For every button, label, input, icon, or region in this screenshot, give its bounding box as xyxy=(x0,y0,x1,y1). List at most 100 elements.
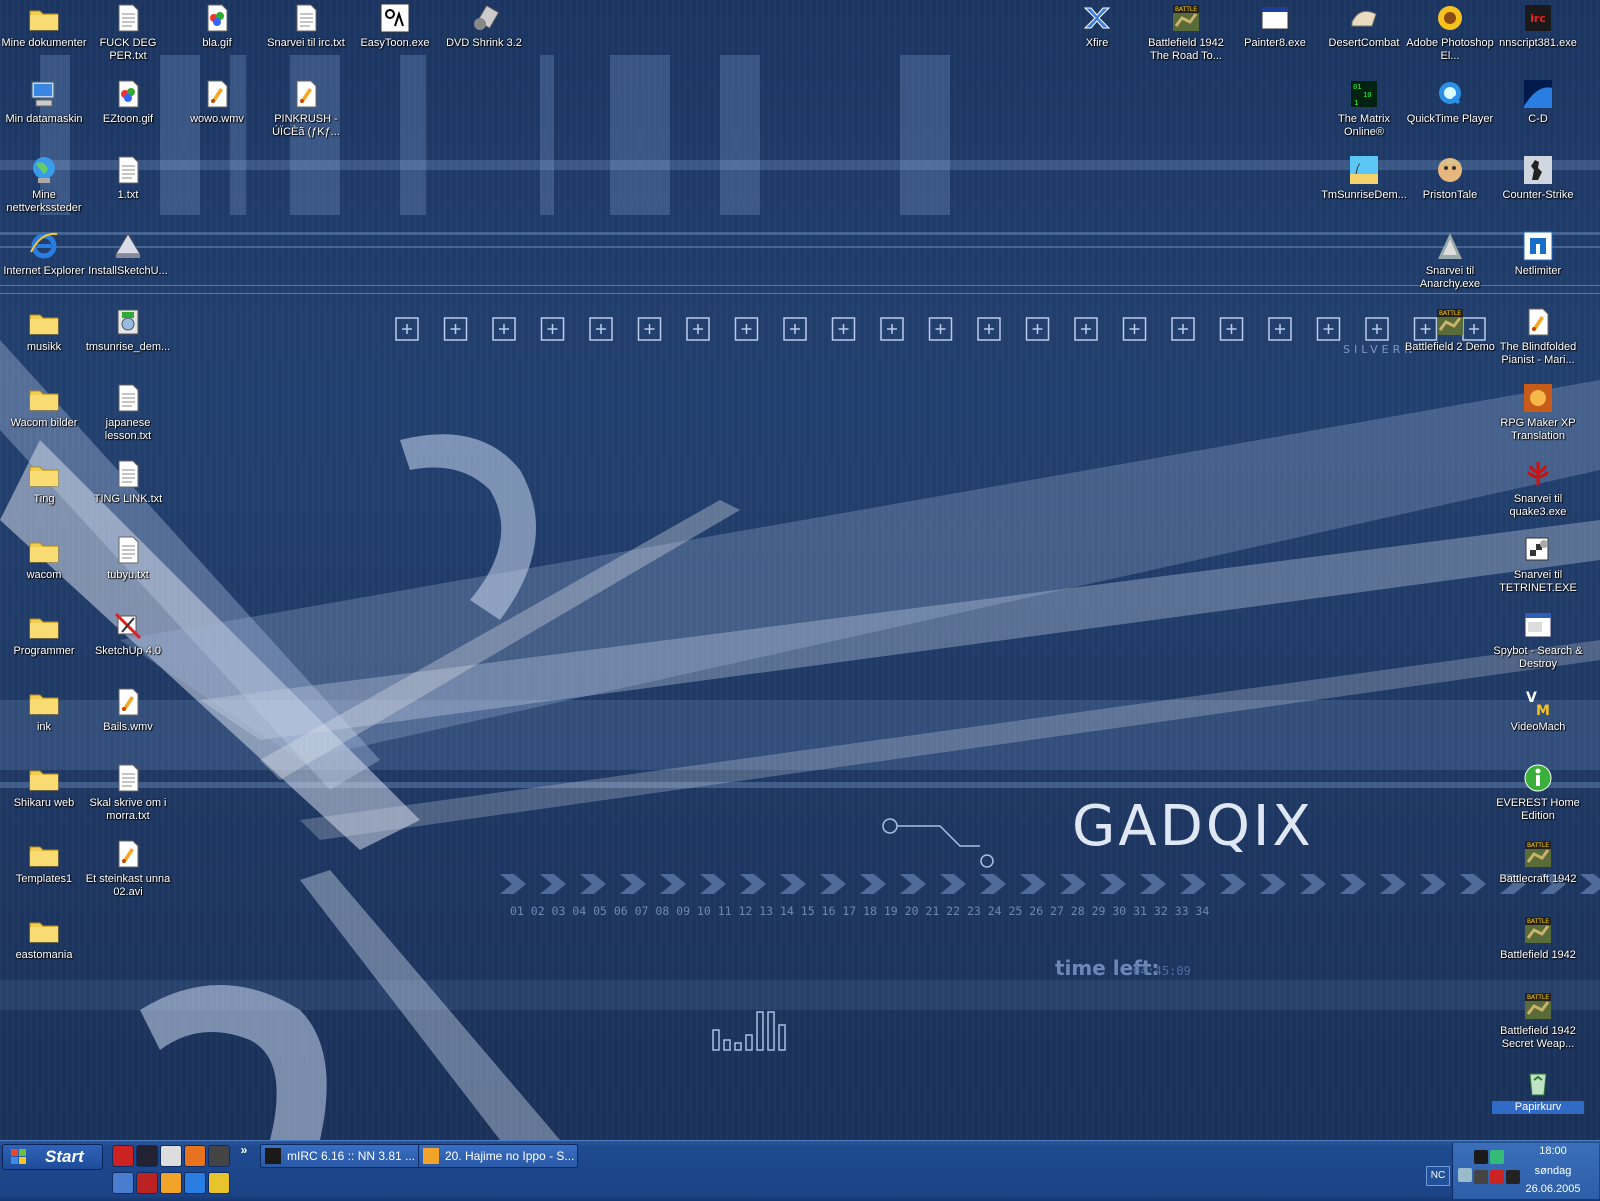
desktop-icon[interactable]: TmSunriseDem... xyxy=(1318,154,1410,202)
desktop-icon[interactable]: BATTLE Battlefield 1942 Secret Weap... xyxy=(1492,990,1584,1051)
desktop-icon[interactable]: Templates1 xyxy=(0,838,90,886)
media-icon[interactable] xyxy=(160,1145,182,1167)
tray-nc-button[interactable]: NC xyxy=(1426,1166,1450,1186)
desktop-icon[interactable]: Xfire xyxy=(1051,2,1143,50)
desktop-icon[interactable]: C-D xyxy=(1492,78,1584,126)
desktop-icon[interactable]: bla.gif xyxy=(171,2,263,50)
desktop-icon[interactable]: Painter8.exe xyxy=(1229,2,1321,50)
desktop-icon-label: EZtoon.gif xyxy=(102,113,154,125)
desktop-icon[interactable]: wacom xyxy=(0,534,90,582)
desktop-icon[interactable]: Shikaru web xyxy=(0,762,90,810)
desktop-icon[interactable]: PristonTale xyxy=(1404,154,1496,202)
desktop-icon[interactable]: tubyu.txt xyxy=(82,534,174,582)
desktop-icon[interactable]: EZtoon.gif xyxy=(82,78,174,126)
easytoon-icon xyxy=(379,2,411,34)
desktop-icon[interactable]: RPG Maker XP Translation xyxy=(1492,382,1584,443)
svg-text:BATTLE: BATTLE xyxy=(1527,842,1549,849)
desktop-icon[interactable]: SketchUp 4.0 xyxy=(82,610,174,658)
desktop-icon[interactable]: Ting xyxy=(0,458,90,506)
shield-icon[interactable] xyxy=(1490,1170,1504,1184)
winamp-icon[interactable] xyxy=(160,1172,182,1194)
desktop-icon[interactable]: Netlimiter xyxy=(1492,230,1584,278)
firefox-icon[interactable] xyxy=(184,1145,206,1167)
folder-icon xyxy=(28,686,60,718)
tmsunrise-icon xyxy=(1348,154,1380,186)
desktop-icon[interactable]: V M VideoMach xyxy=(1492,686,1584,734)
desktop-icon[interactable]: InstallSketchU... xyxy=(82,230,174,278)
desktop-icon[interactable]: Wacom bilder xyxy=(0,382,90,430)
desktop-icon-label: Snarvei til Anarchy.exe xyxy=(1419,265,1481,290)
desktop-icon[interactable]: TING LINK.txt xyxy=(82,458,174,506)
start-button[interactable]: Start xyxy=(2,1144,103,1170)
desktop-icon[interactable]: Skal skrive om i morra.txt xyxy=(82,762,174,823)
desktop-icon[interactable]: tmsunrise_dem... xyxy=(82,306,174,354)
desktop-icon[interactable]: japanese lesson.txt xyxy=(82,382,174,443)
quicklaunch-chevron-icon[interactable]: » xyxy=(238,1143,250,1157)
desktop-icon[interactable]: DesertCombat xyxy=(1318,2,1410,50)
desktop-icon[interactable]: 01 10 1 The Matrix Online® xyxy=(1318,78,1410,139)
globe-icon[interactable] xyxy=(208,1172,230,1194)
desktop-icon[interactable]: BATTLE Battlefield 1942 The Road To... xyxy=(1140,2,1232,63)
red-icon[interactable] xyxy=(136,1172,158,1194)
clock-time[interactable]: 18:00 xyxy=(1510,1145,1596,1157)
mirc-icon xyxy=(265,1148,281,1164)
steam-icon[interactable] xyxy=(1474,1170,1488,1184)
desktop-icon[interactable]: QuickTime Player xyxy=(1404,78,1496,126)
desktop-icon[interactable]: Bails.wmv xyxy=(82,686,174,734)
desktop-icon[interactable]: Snarvei til Anarchy.exe xyxy=(1404,230,1496,291)
desktop-icon[interactable]: Mine dokumenter xyxy=(0,2,90,50)
task-button[interactable]: 20. Hajime no Ippo - S... xyxy=(418,1144,578,1168)
desktop-icon-label: Snarvei til quake3.exe xyxy=(1509,493,1567,518)
desktop-icon[interactable]: EVEREST Home Edition xyxy=(1492,762,1584,823)
desktop-icon-label: EVEREST Home Edition xyxy=(1496,797,1580,822)
desktop-icon[interactable]: EasyToon.exe xyxy=(349,2,441,50)
desktop[interactable]: GADQIX time left: 04:45:09 01 02 03 04 0… xyxy=(0,0,1600,1140)
desktop-icon[interactable]: eastomania xyxy=(0,914,90,962)
desktop-icon[interactable]: Min datamaskin xyxy=(0,78,90,126)
desktop-icon[interactable]: wowo.wmv xyxy=(171,78,263,126)
desktop-icon[interactable]: Internet Explorer xyxy=(0,230,90,278)
desktop-icon[interactable]: Et steinkast unna 02.avi xyxy=(82,838,174,899)
desktop-icon-label: PINKRUSH - ÚÏCÈã (ƒKƒ... xyxy=(272,113,340,138)
wallpaper-box-plus xyxy=(935,324,946,334)
desktop-icon[interactable]: Snarvei til irc.txt xyxy=(260,2,352,50)
steam-icon[interactable] xyxy=(208,1145,230,1167)
ati-icon[interactable] xyxy=(1506,1170,1520,1184)
net-icon[interactable] xyxy=(1458,1168,1472,1182)
desktop-icon[interactable]: Mine nettverkssteder xyxy=(0,154,90,215)
mirc-icon[interactable] xyxy=(1474,1150,1488,1164)
opera-icon[interactable] xyxy=(112,1145,134,1167)
desktop-icon[interactable]: BATTLE Battlefield 2 Demo xyxy=(1404,306,1496,354)
desktop-icon[interactable]: Snarvei til quake3.exe xyxy=(1492,458,1584,519)
wallpaper-timer-value: 04:45:09 xyxy=(1133,964,1191,978)
desktop-icon[interactable]: Adobe Photoshop El... xyxy=(1404,2,1496,63)
svg-text:BATTLE: BATTLE xyxy=(1527,918,1549,925)
cd-icon xyxy=(1522,78,1554,110)
text-file-icon xyxy=(290,2,322,34)
desktop-icon[interactable]: ink xyxy=(0,686,90,734)
desktop-icon[interactable]: BATTLE Battlefield 1942 xyxy=(1492,914,1584,962)
folder-icon xyxy=(28,914,60,946)
desktop-icon[interactable]: musikk xyxy=(0,306,90,354)
desktop-icon[interactable]: Counter-Strike xyxy=(1492,154,1584,202)
desktop-icon[interactable]: Programmer xyxy=(0,610,90,658)
wallpaper-brand: GADQIX xyxy=(1072,794,1314,859)
desktop-icon[interactable]: Papirkurv xyxy=(1492,1066,1584,1114)
desktop-icon-label: Painter8.exe xyxy=(1244,37,1306,49)
task-button[interactable]: mIRC 6.16 :: NN 3.81 ... xyxy=(260,1144,422,1168)
desktop-icon[interactable]: The Blindfolded Pianist - Mari... xyxy=(1492,306,1584,367)
desktop-icon[interactable]: 1.txt xyxy=(82,154,174,202)
desktop-icon[interactable]: DVD Shrink 3.2 xyxy=(438,2,530,50)
mirc-icon[interactable] xyxy=(136,1145,158,1167)
desktop-icon[interactable]: Spybot - Search & Destroy xyxy=(1492,610,1584,671)
messenger-icon[interactable] xyxy=(1490,1150,1504,1164)
desktop-icon[interactable]: PINKRUSH - ÚÏCÈã (ƒKƒ... xyxy=(260,78,352,139)
desktop-icon[interactable]: BATTLE Battlecraft 1942 xyxy=(1492,838,1584,886)
ie-icon[interactable] xyxy=(184,1172,206,1194)
desktop-icon[interactable]: FUCK DEG PER.txt xyxy=(82,2,174,63)
media-file-icon xyxy=(1522,306,1554,338)
battlefield-icon: BATTLE xyxy=(1170,2,1202,34)
desktop-icon[interactable] xyxy=(112,1172,134,1194)
desktop-icon[interactable]: Snarvei til TETRINET.EXE xyxy=(1492,534,1584,595)
desktop-icon[interactable]: irc nnscript381.exe xyxy=(1492,2,1584,50)
